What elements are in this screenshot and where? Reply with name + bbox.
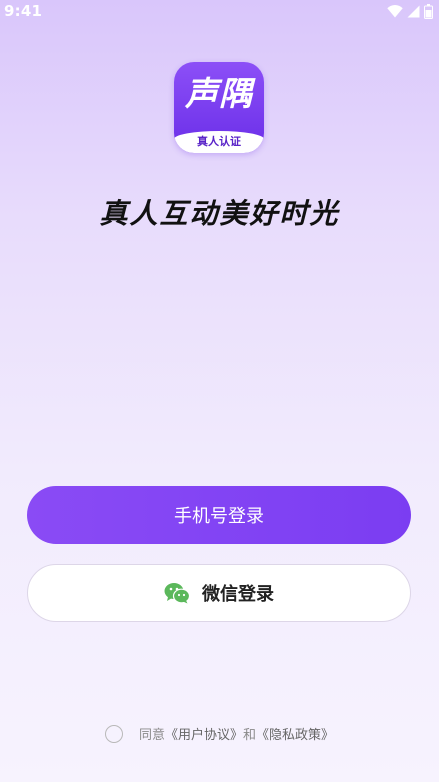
status-bar: 9:41 [0, 0, 439, 22]
user-agreement-link[interactable]: 《用户协议》 [165, 724, 243, 743]
signal-icon [407, 5, 420, 17]
agreement-prefix: 同意 [138, 728, 165, 743]
wifi-icon [387, 4, 403, 17]
wechat-icon [164, 583, 190, 604]
agreement-conjunction: 和 [243, 728, 257, 743]
privacy-policy-link[interactable]: 《隐私政策》 [256, 724, 334, 743]
status-icons [387, 3, 433, 19]
app-logo: 声隅 真人认证 [174, 62, 264, 153]
status-time: 9:41 [4, 2, 43, 20]
wechat-login-button[interactable]: 微信登录 [27, 564, 411, 622]
app-slogan: 真人互动美好时光 [99, 197, 340, 230]
agree-checkbox[interactable] [104, 724, 123, 743]
battery-icon [424, 3, 433, 19]
logo-title: 声隅 [185, 74, 253, 113]
agreement-row: 同意 《用户协议》 和 《隐私政策》 [0, 724, 439, 743]
logo-badge-text: 真人认证 [197, 135, 241, 148]
phone-login-label: 手机号登录 [174, 506, 264, 527]
phone-login-button[interactable]: 手机号登录 [27, 486, 411, 544]
wechat-login-label: 微信登录 [202, 584, 274, 605]
